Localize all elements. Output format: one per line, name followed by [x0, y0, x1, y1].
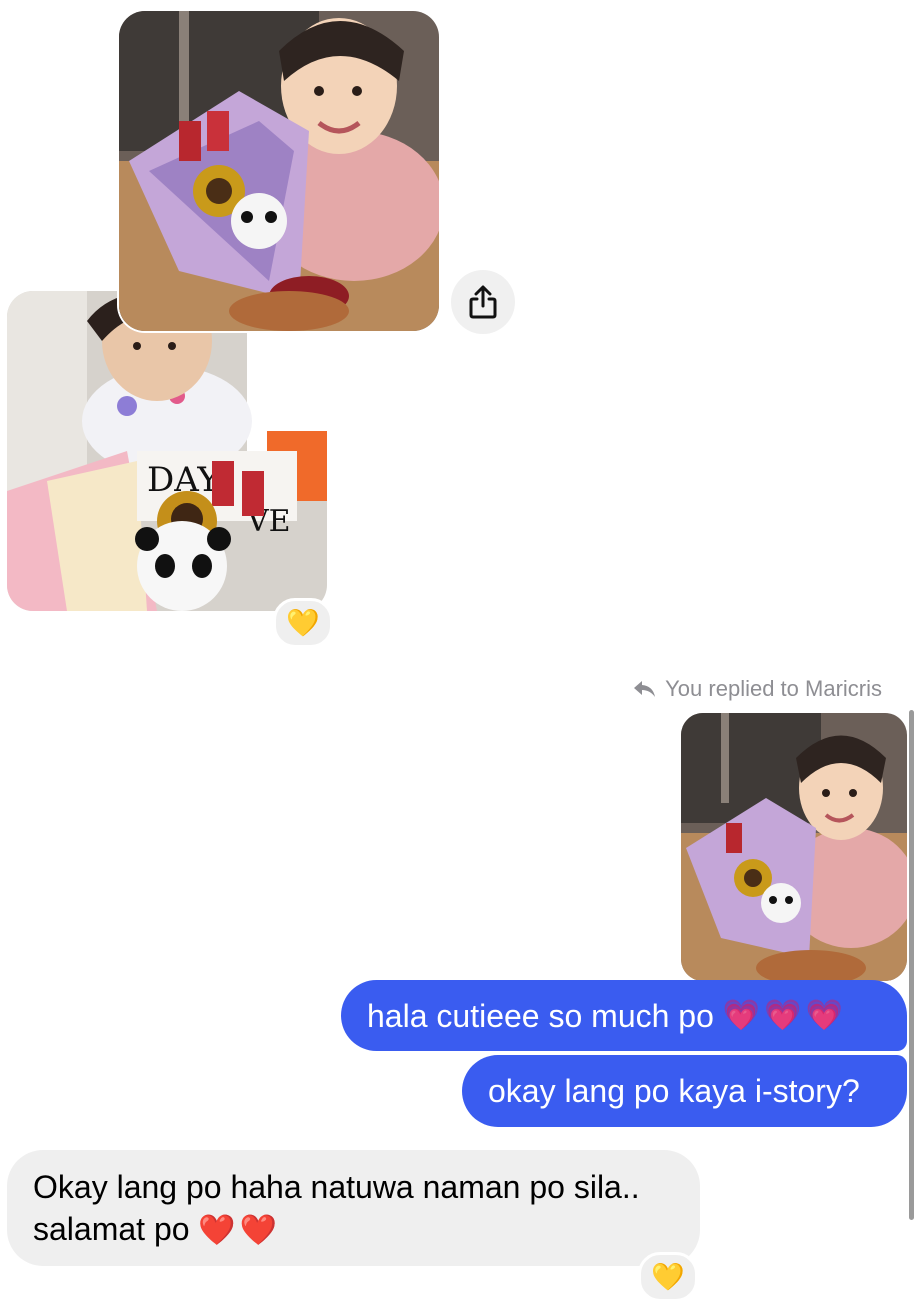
heart-emoji: 💗💗💗 [722, 998, 847, 1032]
replied-photo-girl-bouquet[interactable] [681, 713, 907, 981]
incoming-message[interactable]: Okay lang po haha natuwa naman po sila..… [7, 1150, 700, 1266]
share-button[interactable] [451, 270, 515, 334]
reply-context: You replied to Maricris [633, 676, 882, 702]
reaction-badge[interactable]: 💛 [273, 598, 333, 648]
outgoing-message[interactable]: okay lang po kaya i-story? [462, 1055, 907, 1127]
message-text: okay lang po kaya i-story? [488, 1073, 860, 1109]
red-heart-emoji: ❤️❤️ [198, 1214, 282, 1247]
photo-message-girl-bouquet[interactable] [119, 11, 439, 331]
photo-girl-bouquet-image [119, 11, 439, 331]
reply-arrow-icon [634, 681, 656, 697]
replied-photo-image [681, 713, 907, 981]
scrollbar[interactable] [909, 710, 914, 1220]
yellow-heart-icon: 💛 [651, 1261, 685, 1292]
message-text-line-1: Okay lang po haha natuwa naman po sila.. [33, 1169, 640, 1205]
message-text-line-2: salamat po [33, 1211, 190, 1247]
share-icon [469, 285, 497, 319]
photo-toddler-bouquet-image: DAY VE [7, 291, 327, 611]
photo-message-toddler-bouquet[interactable]: DAY VE [7, 291, 327, 611]
yellow-heart-icon: 💛 [286, 607, 320, 638]
message-text: hala cutieee so much po [367, 997, 714, 1034]
reply-note-text: You replied to Maricris [665, 676, 882, 701]
reaction-badge[interactable]: 💛 [638, 1252, 698, 1302]
outgoing-message[interactable]: hala cutieee so much po 💗💗💗 [341, 980, 907, 1051]
